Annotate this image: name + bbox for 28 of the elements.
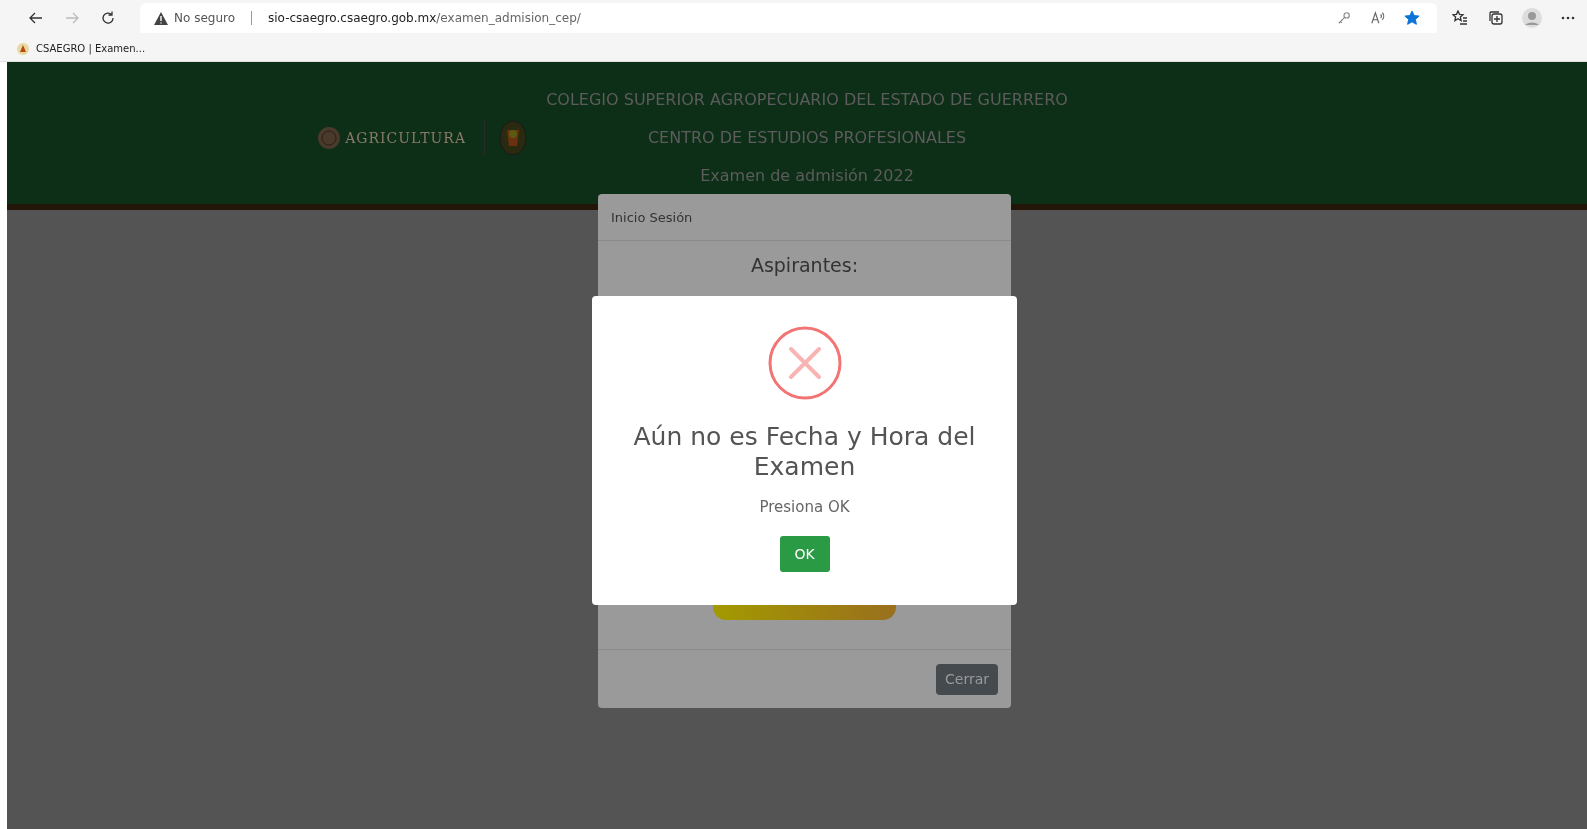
error-x-icon [767, 326, 842, 400]
profile-button[interactable] [1521, 7, 1543, 29]
read-aloud-icon [1370, 11, 1386, 25]
emblem-icon [16, 41, 30, 56]
key-icon [1337, 11, 1351, 25]
collections-icon [1488, 10, 1504, 26]
star-list-icon [1452, 10, 1468, 26]
security-label: No seguro [174, 11, 235, 25]
dialog-title: Inicio Sesión [598, 194, 1011, 241]
logo-text: AGRICULTURA [345, 130, 466, 146]
alert-title: Aún no es Fecha y Hora del Examen [632, 422, 977, 482]
header-title: COLEGIO SUPERIOR AGROPECUARIO DEL ESTADO DE GUERRERO [546, 90, 1068, 109]
address-bar[interactable]: No seguro sio-csaegro.csaegro.gob.mx/examen_admision_cep/ [140, 3, 1437, 33]
reload-icon [100, 10, 116, 26]
more-icon [1561, 16, 1575, 20]
header-title: Examen de admisión 2022 [700, 166, 914, 185]
ok-button[interactable]: OK [779, 536, 830, 572]
seal-icon [317, 126, 342, 150]
back-arrow-icon [28, 10, 44, 26]
forward-arrow-icon [64, 10, 80, 26]
header-title: CENTRO DE ESTUDIOS PROFESIONALES [647, 128, 967, 147]
warning-icon [154, 11, 168, 25]
shield-emblem-icon [499, 120, 527, 156]
url-text: sio-csaegro.csaegro.gob.mx/examen_admision_cep/ [268, 11, 581, 25]
avatar-icon [1522, 8, 1542, 28]
alert-message: Presiona OK [759, 498, 850, 516]
section-heading: Aspirantes: [750, 254, 859, 276]
bookmark-link[interactable]: CSAEGRO | Examen... [16, 41, 146, 56]
